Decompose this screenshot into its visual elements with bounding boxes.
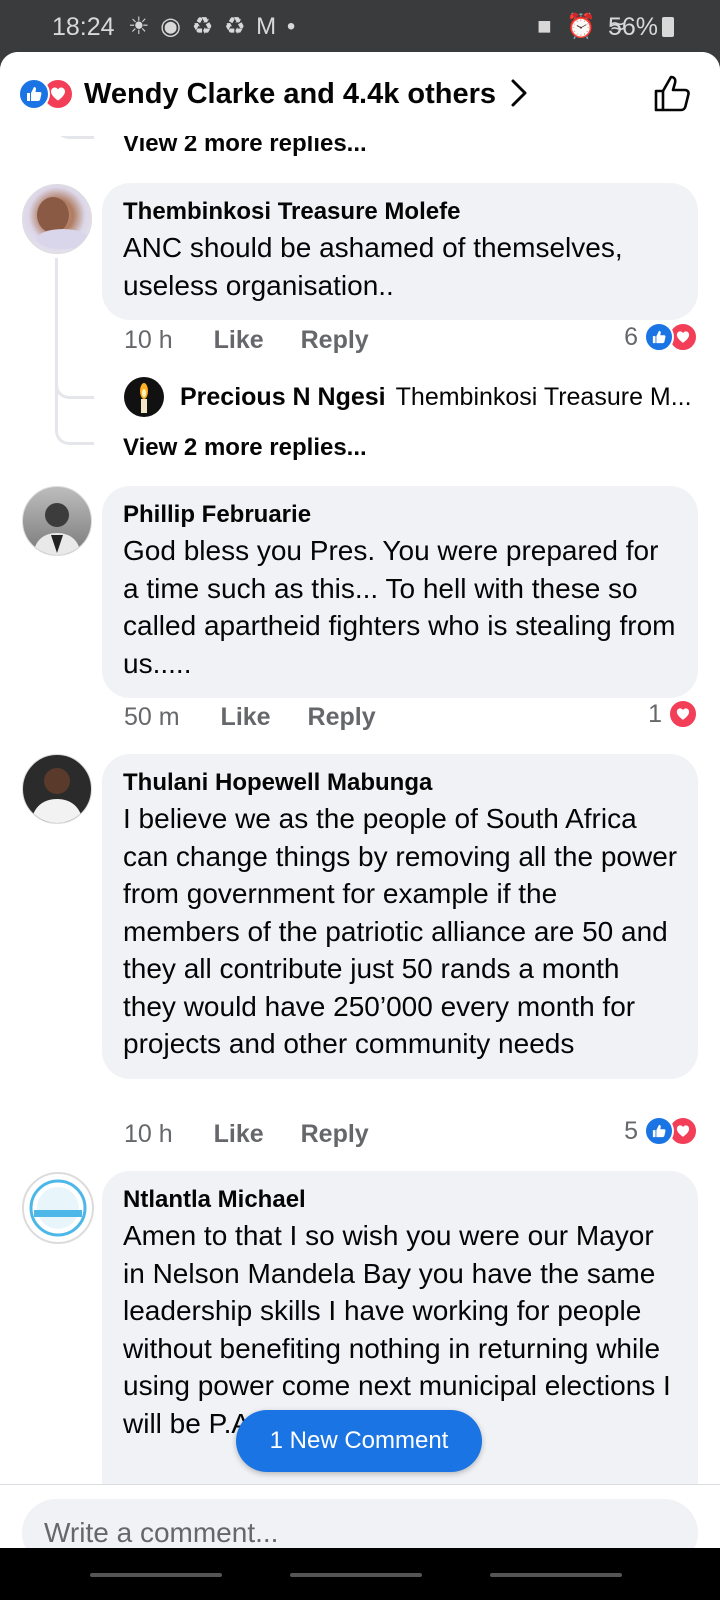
comment-actions: 50 m Like Reply [124,703,406,732]
likers-summary[interactable]: Wendy Clarke and 4.4k others [84,78,496,111]
comment-bubble[interactable]: Thembinkosi Treasure Molefe ANC should b… [102,183,698,320]
reaction-summary[interactable]: 6 [624,322,698,352]
notification-icons: ☀ ◉ ♻ ♻ M • [128,13,298,40]
reaction-count: 1 [648,699,662,728]
chevron-right-icon[interactable] [508,78,530,108]
comments-sheet: View 2 more replies... Thembinkosi Treas… [0,52,720,1600]
comment-time[interactable]: 50 m [124,703,180,731]
like-reaction-icon [18,78,50,110]
comment-author[interactable]: Thulani Hopewell Mabunga [123,768,678,798]
nav-recents[interactable] [90,1573,222,1577]
avatar[interactable] [22,754,92,824]
comment-text: ANC should be ashamed of themselves, use… [123,232,623,301]
status-bar: 18:24 ☀ ◉ ♻ ♻ M • ■ ⏰ ≈ 56% [0,0,720,54]
avatar[interactable] [22,486,92,556]
like-post-icon[interactable] [652,74,692,114]
avatar-photo-icon [31,768,83,823]
comment-author[interactable]: Ntlantla Michael [123,1185,678,1215]
view-more-replies[interactable]: View 2 more replies... [123,434,367,462]
nav-back[interactable] [490,1573,622,1577]
avatar[interactable] [22,1172,94,1244]
reply-button[interactable]: Reply [301,326,369,354]
new-comment-button[interactable]: 1 New Comment [236,1410,482,1472]
status-time: 18:24 [52,13,115,41]
comment-text: Amen to that I so wish you were our Mayo… [123,1220,671,1439]
system-nav-bar [0,1548,720,1600]
reaction-badges [18,78,78,110]
comment-time[interactable]: 10 h [124,1120,173,1148]
like-reaction-icon [644,322,674,352]
reaction-summary[interactable]: 1 [648,699,698,729]
comment-time[interactable]: 10 h [124,326,173,354]
comment-bubble[interactable]: Thulani Hopewell Mabunga I believe we as… [102,754,698,1079]
reply-preview[interactable]: Precious N Ngesi Thembinkosi Treasure M.… [124,377,692,417]
comment-text: God bless you Pres. You were prepared fo… [123,535,676,679]
comment-text: I believe we as the people of South Afri… [123,803,678,1059]
battery-icon [662,17,674,37]
like-button[interactable]: Like [221,703,271,731]
comment-author[interactable]: Thembinkosi Treasure Molefe [123,197,678,227]
comment-author[interactable]: Phillip Februarie [123,500,678,530]
reply-button[interactable]: Reply [301,1120,369,1148]
reply-author[interactable]: Precious N Ngesi [180,383,386,412]
avatar-photo-icon [33,503,81,555]
candle-avatar-icon[interactable] [124,377,164,417]
comment-bubble[interactable]: Phillip Februarie God bless you Pres. Yo… [102,486,698,698]
reply-button[interactable]: Reply [308,703,376,731]
reply-text: Thembinkosi Treasure M... [395,382,692,411]
nav-home[interactable] [290,1573,422,1577]
avatar-photo-icon [37,197,89,249]
oxygen-logo-icon [29,1179,87,1237]
avatar[interactable] [22,184,92,254]
love-reaction-icon [668,699,698,729]
thread-connector [55,398,94,445]
reactions-header[interactable]: Wendy Clarke and 4.4k others [0,52,720,136]
reaction-count: 6 [624,322,638,351]
comment-actions: 10 h Like Reply [124,1120,399,1149]
battery-level: 56% [607,13,658,41]
thread-connector [55,370,94,399]
like-reaction-icon [644,1116,674,1146]
reaction-summary[interactable]: 5 [624,1116,698,1146]
comment-bubble[interactable]: Ntlantla Michael Amen to that I so wish … [102,1171,698,1531]
reaction-count: 5 [624,1116,638,1145]
like-button[interactable]: Like [214,326,264,354]
like-button[interactable]: Like [214,1120,264,1148]
comment-actions: 10 h Like Reply [124,326,399,355]
